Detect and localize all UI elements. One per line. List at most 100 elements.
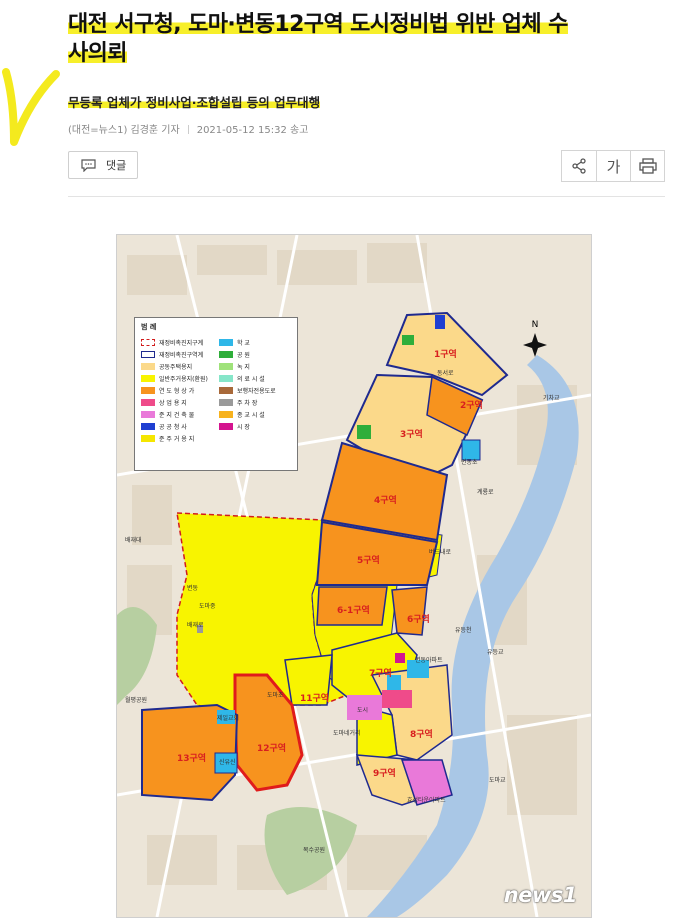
- legend-item: 녹 지: [219, 360, 291, 372]
- place-woolbang: 월평공원: [125, 697, 148, 704]
- place-hyoseong-apt: 효성타운아파트: [407, 797, 446, 804]
- article-title-line1: 대전 서구청, 도마·변동12구역 도시정비법 위반 업체 수: [68, 12, 568, 37]
- speech-bubble-icon: [81, 158, 96, 172]
- legend-item: 상 업 용 지: [141, 396, 213, 408]
- legend-item: 공 공 청 사: [141, 420, 213, 432]
- zone-label-6-1: 6-1구역: [337, 606, 370, 616]
- byline-separator: [187, 125, 189, 134]
- zone-label-12: 12구역: [257, 744, 287, 754]
- legend-swatch: [219, 338, 233, 346]
- legend-swatch: [141, 410, 155, 418]
- legend-item: 종 교 시 설: [219, 408, 291, 420]
- legend-label: 재정비촉진구역계: [159, 351, 204, 359]
- legend-swatch: [219, 374, 233, 382]
- article-subtitle: 무등록 업체가 정비사업·조합설립 등의 업무대행: [68, 92, 321, 111]
- zone-label-7: 7구역: [369, 669, 392, 679]
- legend-label: 공 공 청 사: [159, 423, 187, 431]
- place-bokeub-park: 복수공원: [303, 847, 326, 854]
- share-button[interactable]: [562, 151, 596, 181]
- svg-text:N: N: [532, 320, 539, 330]
- legend-label: 재정비촉진지구계: [159, 339, 204, 347]
- legend-item: 일반주거용지(환원): [141, 372, 213, 384]
- zone-label-13: 13구역: [177, 754, 207, 764]
- legend-item: 재정비촉진구역계: [141, 348, 213, 360]
- place-dosireo: 도시: [357, 707, 369, 714]
- place-yudeunggyo: 유등교: [487, 649, 504, 656]
- place-gichagyo: 기차교: [543, 395, 560, 402]
- zone-label-1: 1구역: [434, 350, 457, 360]
- legend-label: 보행자전용도로: [237, 387, 276, 395]
- legend-item: 의 료 시 설: [219, 372, 291, 384]
- zone-label-6: 6구역: [407, 615, 430, 625]
- legend-label: 학 교: [237, 339, 250, 347]
- place-beodeunaero: 버드내로: [429, 549, 452, 556]
- legend-item: 재정비촉진지구계: [141, 336, 213, 348]
- legend-swatch: [141, 398, 155, 406]
- legend-item: 학 교: [219, 336, 291, 348]
- place-bojaero: 배재로: [187, 622, 204, 629]
- share-icon: [572, 158, 586, 174]
- article-byline: (대전=뉴스1) 김경훈 기자 2021-05-12 15:32 송고: [68, 121, 308, 136]
- font-size-button[interactable]: 가: [596, 151, 630, 181]
- legend-swatch: [141, 362, 155, 370]
- zone-label-4: 4구역: [374, 496, 397, 506]
- legend-label: 의 료 시 설: [237, 375, 265, 383]
- legend-column-right: 학 교공 원녹 지의 료 시 설보행자전용도로주 차 장종 교 시 설시 장: [219, 336, 291, 444]
- legend-label: 종 교 시 설: [237, 411, 265, 419]
- comment-button-label: 댓글: [106, 159, 127, 172]
- place-dongsan: 변동: [187, 585, 199, 592]
- place-domi-nego: 도마네거리: [333, 730, 361, 737]
- zone-label-11: 11구역: [300, 694, 330, 704]
- legend-label: 시 장: [237, 423, 250, 431]
- article-title: 대전 서구청, 도마·변동12구역 도시정비법 위반 업체 수 사의뢰: [68, 10, 658, 68]
- legend-label: 공 원: [237, 351, 250, 359]
- legend-swatch: [141, 350, 155, 358]
- place-byeondong-apt: 변동아파트: [415, 657, 443, 664]
- place-jaeil-church: 제일교회: [217, 715, 240, 722]
- zone-label-5: 5구역: [357, 556, 380, 566]
- legend-swatch: [141, 434, 155, 442]
- print-icon: [638, 158, 657, 174]
- legend-swatch: [219, 362, 233, 370]
- reporter-name: (대전=뉴스1) 김경훈 기자: [68, 125, 180, 136]
- header-divider: [68, 196, 665, 197]
- print-button[interactable]: [630, 151, 664, 181]
- legend-label: 주 차 장: [237, 399, 258, 407]
- legend-column-left: 재정비촉진지구계재정비촉진구역계공동주택용지 일반주거용지(환원) 연 도 형 상 …: [141, 336, 213, 444]
- article-tools: 가: [561, 150, 665, 182]
- zone-label-8: 8구역: [410, 730, 433, 740]
- legend-swatch: [141, 338, 155, 346]
- legend-item: 연 도 형 상 가: [141, 384, 213, 396]
- legend-swatch: [141, 422, 155, 430]
- map-legend: 범 례 재정비촉진지구계재정비촉진구역계공동주택용지 일반주거용지(환원) 연 도 …: [134, 317, 298, 471]
- legend-swatch: [219, 410, 233, 418]
- legend-label: 녹 지: [237, 363, 250, 371]
- place-domigyo: 도마교: [489, 777, 506, 784]
- zone-label-9: 9구역: [373, 769, 396, 779]
- comment-button[interactable]: 댓글: [68, 151, 138, 179]
- article-subtitle-text: 무등록 업체가 정비사업·조합설립 등의 업무대행: [68, 95, 321, 110]
- legend-label: 준 지 건 축 물: [159, 411, 195, 419]
- legend-swatch: [141, 374, 155, 382]
- legend-item: 시 장: [219, 420, 291, 432]
- legend-swatch: [141, 386, 155, 394]
- redevelopment-map: N 범 례 재정비촉진지구계재정비촉진구역계공동주택용지 일반주거용지(환원) 연 …: [116, 234, 592, 918]
- legend-label: 공동주택용지: [159, 363, 193, 371]
- legend-label: 준 주 거 용 지: [159, 435, 195, 443]
- zone-label-2: 2구역: [460, 401, 483, 411]
- place-gyeryongro: 계룡로: [477, 489, 494, 496]
- place-byeondongcho: 변동초: [461, 459, 478, 466]
- font-size-label: 가: [606, 157, 621, 176]
- legend-swatch: [219, 398, 233, 406]
- legend-item: 주 차 장: [219, 396, 291, 408]
- news1-watermark: news1: [503, 883, 578, 907]
- legend-item: 준 지 건 축 물: [141, 408, 213, 420]
- article-timestamp: 2021-05-12 15:32 송고: [196, 125, 309, 136]
- place-yudeungcheon: 유등천: [455, 627, 472, 634]
- legend-title: 범 례: [141, 323, 157, 331]
- legend-label: 연 도 형 상 가: [159, 387, 195, 395]
- zone-label-3: 3구역: [400, 430, 423, 440]
- legend-swatch: [219, 350, 233, 358]
- legend-label: 상 업 용 지: [159, 399, 187, 407]
- legend-swatch: [219, 386, 233, 394]
